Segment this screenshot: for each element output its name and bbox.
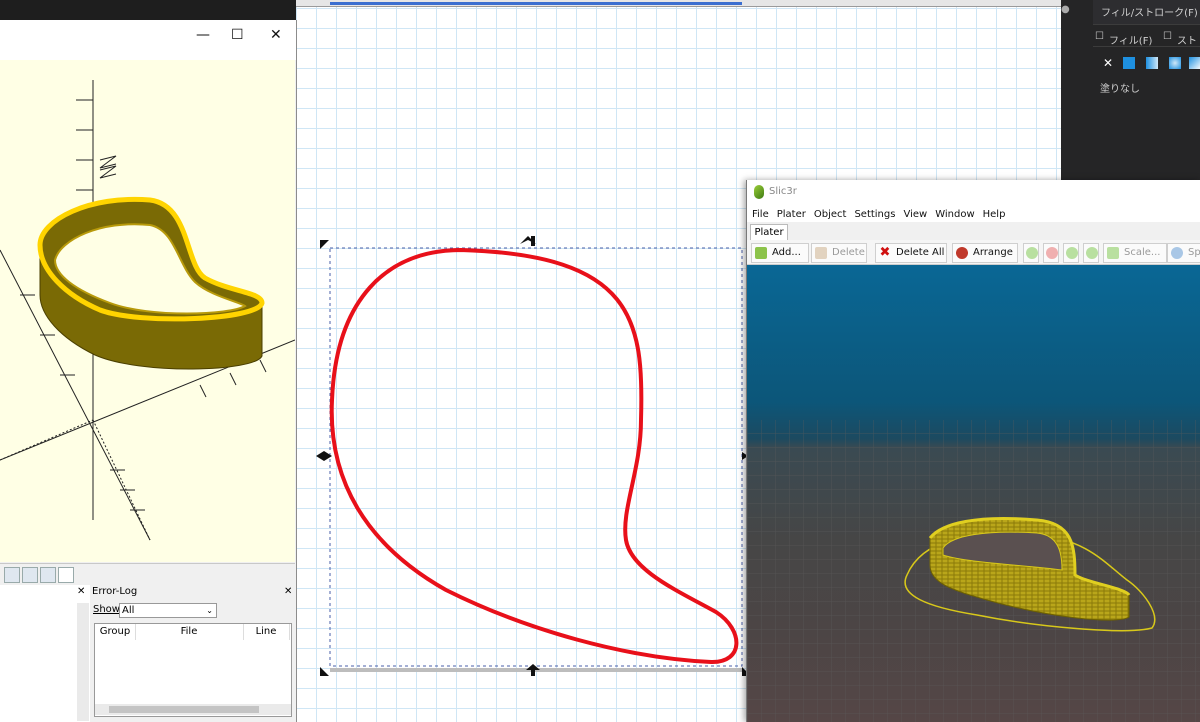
viewport-scene <box>0 80 295 541</box>
selection-bbox <box>329 247 743 667</box>
split-icon <box>1171 247 1183 259</box>
scale-button[interactable]: Scale... <box>1103 243 1167 263</box>
viewport-toolbar <box>0 563 295 586</box>
selection-handles <box>316 236 751 676</box>
arrange-icon <box>956 247 968 259</box>
delete-button[interactable]: Delete <box>811 243 867 263</box>
plus-icon <box>1026 247 1038 259</box>
error-log-panel: Error-Log ✕ Show All ⌄ Group File Line <box>90 585 296 722</box>
menu-view[interactable]: View <box>903 209 927 220</box>
menu-file[interactable]: File <box>752 209 769 220</box>
dock-icon[interactable]: ● <box>1061 4 1070 15</box>
column-header-line[interactable]: Line <box>243 624 290 640</box>
delete-icon <box>815 247 827 259</box>
error-log-table: Group File Line <box>94 623 292 717</box>
slic3r-titlebar: Slic3r <box>747 180 1200 204</box>
rotate-right-button[interactable] <box>1083 243 1099 263</box>
subtab-fill[interactable]: フィル(F) <box>1109 32 1152 47</box>
top-ruler <box>296 0 1061 7</box>
chevron-down-icon: ⌄ <box>206 606 213 615</box>
decrease-button[interactable] <box>1043 243 1059 263</box>
menu-bar: File Plater Object Settings View Window Help <box>747 204 1200 222</box>
notebook-tabs: Plater <box>747 222 1200 241</box>
menu-settings[interactable]: Settings <box>854 209 895 220</box>
column-header-group[interactable]: Group <box>95 624 136 640</box>
linear-gradient-button[interactable] <box>1146 57 1158 69</box>
menu-window[interactable]: Window <box>935 209 974 220</box>
maximize-button[interactable]: ☐ <box>231 27 244 43</box>
minimize-button[interactable]: — <box>196 27 210 43</box>
subtab-stroke-checkbox[interactable]: ☐ <box>1163 31 1172 42</box>
mesh-gradient-button[interactable] <box>1189 57 1200 69</box>
console-scrollbar[interactable] <box>77 603 89 721</box>
openscad-titlebar: — ☐ ✕ <box>0 20 296 60</box>
handle-bottom-arrow <box>526 664 540 670</box>
red-x-icon: ✖ <box>879 245 891 260</box>
rotate-left-button[interactable] <box>1063 243 1079 263</box>
error-log-close-button[interactable]: ✕ <box>284 586 292 597</box>
plater-toolbar: Add... Delete ✖ Delete All Arrange Scale.… <box>747 240 1200 265</box>
tab-fill-stroke[interactable]: フィル/ストローク(F) <box>1101 4 1198 19</box>
delete-all-button[interactable]: ✖ Delete All <box>875 243 947 263</box>
menu-help[interactable]: Help <box>983 209 1006 220</box>
show-scale-icon[interactable] <box>40 567 56 583</box>
z-label <box>99 155 117 179</box>
scale-icon <box>1107 247 1119 259</box>
no-fill-label: 塗りなし <box>1100 84 1140 95</box>
ruler-selection-indicator <box>330 2 742 5</box>
handle-left <box>316 451 324 461</box>
close-button[interactable]: ✕ <box>270 27 282 43</box>
increase-button[interactable] <box>1023 243 1039 263</box>
show-axes-icon[interactable] <box>22 567 38 583</box>
scrollbar-thumb[interactable] <box>109 706 259 713</box>
menu-items: File Plater Object Settings View Window Help <box>752 207 1013 220</box>
handle-top-bar <box>531 236 535 246</box>
red-outline-path <box>329 247 739 665</box>
slic3r-3d-view[interactable] <box>747 265 1200 722</box>
show-filter-select[interactable]: All ⌄ <box>119 603 217 618</box>
arrange-button[interactable]: Arrange <box>952 243 1018 263</box>
tab-plater[interactable]: Plater <box>750 224 788 241</box>
show-filter-value: All <box>122 605 135 616</box>
rotate-right-icon <box>1086 247 1098 259</box>
minus-icon <box>1046 247 1058 259</box>
radial-gradient-button[interactable] <box>1169 57 1181 69</box>
error-log-header: Error-Log ✕ <box>90 585 295 601</box>
no-fill-button[interactable]: ✕ <box>1103 56 1113 70</box>
error-log-title: Error-Log <box>92 586 138 597</box>
table-scrollbar[interactable] <box>95 704 291 715</box>
flat-color-button[interactable] <box>1123 57 1135 69</box>
dock-tabbar: フィル/ストローク(F) <box>1093 0 1200 25</box>
add-button[interactable]: Add... <box>751 243 809 263</box>
window-title: Slic3r <box>769 186 797 197</box>
console-panel: ✕ <box>0 585 91 722</box>
rotate-left-icon <box>1066 247 1078 259</box>
openscad-window: — ☐ ✕ ✕ Error-Log ✕ Show All ⌄ Group Fil… <box>0 20 297 722</box>
fill-stroke-subtabs: ☐ フィル(F) ☐ スト <box>1093 26 1200 47</box>
show-label: Show <box>93 604 120 615</box>
openscad-3d-viewport[interactable] <box>0 60 295 562</box>
y-axis-negative <box>92 419 151 541</box>
slic3r-window: Slic3r File Plater Object Settings View Windo… <box>746 180 1200 722</box>
subtab-stroke[interactable]: スト <box>1177 32 1197 47</box>
subtab-fill-checkbox[interactable]: ☐ <box>1095 31 1104 42</box>
slic3r-logo-icon <box>754 185 764 199</box>
handle-top-left <box>320 240 329 249</box>
handle-bottom-left <box>320 667 329 676</box>
column-header-file[interactable]: File <box>135 624 244 640</box>
show-edges-icon[interactable] <box>58 567 74 583</box>
console-close-button[interactable]: ✕ <box>77 586 85 597</box>
menu-object[interactable]: Object <box>814 209 847 220</box>
menu-plater[interactable]: Plater <box>777 209 806 220</box>
view-all-icon[interactable] <box>4 567 20 583</box>
bed-scene <box>747 420 1200 722</box>
add-icon <box>755 247 767 259</box>
split-button[interactable]: Sp <box>1167 243 1200 263</box>
handle-left-2 <box>324 451 332 461</box>
